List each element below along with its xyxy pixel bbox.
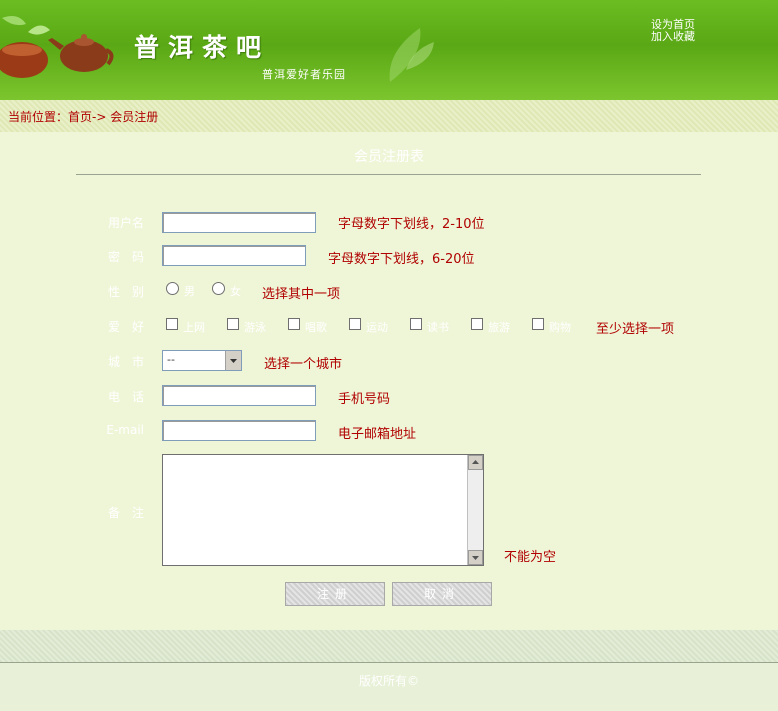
hobby-option-5: 读书: [427, 321, 449, 334]
password-hint: 字母数字下划线，6-20位: [328, 252, 475, 267]
hobby-checkbox-4[interactable]: [349, 318, 361, 330]
notes-textarea[interactable]: [162, 454, 484, 566]
hobby-label: 爱 好: [107, 320, 144, 334]
gender-label: 性 别: [107, 285, 144, 299]
hobby-option-3: 唱歌: [305, 321, 327, 334]
scroll-up-icon[interactable]: [468, 455, 483, 470]
top-links: 设为首页 加入收藏: [651, 19, 695, 43]
gender-radio-male[interactable]: [166, 282, 179, 295]
gender-hint: 选择其中一项: [262, 287, 341, 302]
hobby-checkbox-2[interactable]: [227, 318, 239, 330]
hobby-option-1: 上网: [183, 321, 205, 334]
email-label: E-mail: [106, 423, 144, 437]
scroll-down-icon[interactable]: [468, 550, 483, 565]
gender-radio-female[interactable]: [212, 282, 225, 295]
username-label: 用户名: [107, 216, 144, 230]
hobby-option-4: 运动: [366, 321, 388, 334]
hobby-checkbox-6[interactable]: [471, 318, 483, 330]
password-label: 密 码: [107, 250, 144, 264]
hobby-option-2: 游泳: [244, 321, 266, 334]
username-hint: 字母数字下划线，2-10位: [338, 217, 485, 232]
gender-option-male: 男: [184, 285, 195, 298]
footer-copyright: 版权所有©: [0, 663, 778, 711]
register-button[interactable]: 注册: [285, 582, 385, 606]
site-header: 普洱茶吧 普洱爱好者乐园 设为首页 加入收藏: [0, 0, 778, 100]
email-hint: 电子邮箱地址: [338, 427, 417, 442]
phone-label: 电 话: [107, 390, 144, 404]
phone-input[interactable]: [162, 385, 316, 406]
breadcrumb: 当前位置：首页-> 会员注册: [0, 100, 778, 132]
city-hint: 选择一个城市: [264, 357, 343, 372]
footer-band: [0, 630, 778, 662]
site-title: 普洱茶吧: [134, 33, 271, 62]
hobby-checkbox-3[interactable]: [288, 318, 300, 330]
city-label: 城 市: [107, 355, 144, 369]
city-select[interactable]: --: [162, 350, 242, 371]
form-title: 会员注册表: [354, 149, 424, 165]
leaf-decoration-icon: [389, 28, 434, 82]
password-input[interactable]: [162, 245, 306, 266]
gender-option-female: 女: [230, 285, 241, 298]
registration-form: 会员注册表 用户名 字母数字下划线，2-10位 密 码 字母数字下划线，6-20…: [0, 132, 778, 630]
divider: [76, 174, 701, 175]
phone-hint: 手机号码: [338, 392, 391, 407]
site-subtitle: 普洱爱好者乐园: [262, 68, 346, 81]
hobby-option-6: 旅游: [488, 321, 510, 334]
chevron-down-icon[interactable]: [225, 351, 241, 370]
teapot-logo-icon: [0, 16, 114, 78]
notes-label: 备 注: [107, 506, 144, 520]
hobby-checkbox-7[interactable]: [532, 318, 544, 330]
cancel-button[interactable]: 取消: [392, 582, 492, 606]
hobby-hint: 至少选择一项: [596, 322, 675, 337]
textarea-scrollbar[interactable]: [467, 455, 483, 565]
hobby-checkbox-5[interactable]: [410, 318, 422, 330]
email-input[interactable]: [162, 420, 316, 441]
username-input[interactable]: [162, 212, 316, 233]
hobby-checkbox-1[interactable]: [166, 318, 178, 330]
add-favorite-link[interactable]: 加入收藏: [651, 31, 695, 43]
city-select-value: --: [167, 353, 175, 366]
hobby-option-7: 购物: [549, 321, 571, 334]
notes-hint: 不能为空: [504, 550, 557, 565]
